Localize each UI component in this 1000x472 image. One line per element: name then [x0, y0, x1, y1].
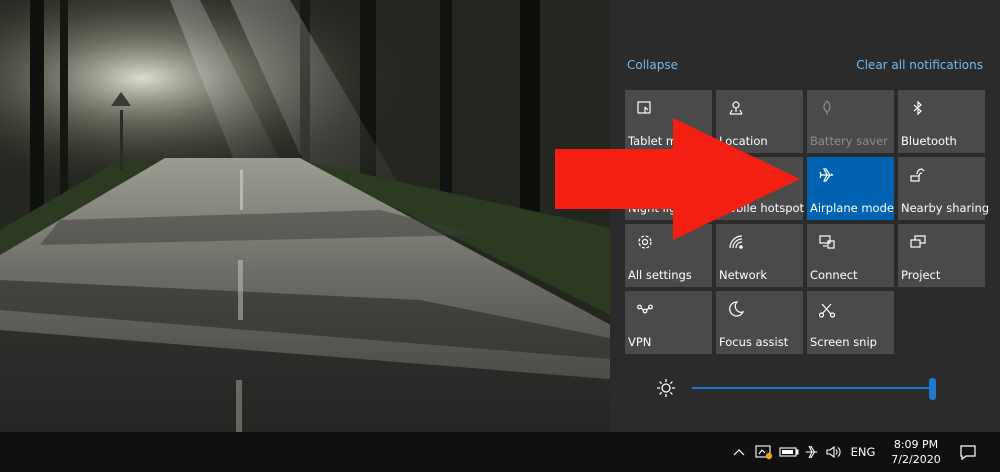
clock-time: 8:09 PM: [893, 438, 939, 451]
airplane-tray-button[interactable]: [801, 432, 823, 472]
vpn-icon: [636, 300, 654, 318]
tile-label: Network: [719, 268, 768, 282]
bluetooth-icon: [909, 99, 927, 117]
taskbar: ENG 8:09 PM 7/2/2020: [0, 432, 1000, 472]
tile-bluetooth[interactable]: Bluetooth: [898, 90, 985, 153]
tile-connect[interactable]: Connect: [807, 224, 894, 287]
screen-snip-icon: [818, 300, 836, 318]
airplane-icon: [818, 166, 836, 184]
red-arrow-annotation: [555, 118, 800, 240]
tile-label: Bluetooth: [901, 134, 957, 148]
tile-battery-saver[interactable]: Battery saver: [807, 90, 894, 153]
focus-assist-icon: [727, 300, 745, 318]
taskbar-clock[interactable]: 8:09 PM 7/2/2020: [880, 432, 952, 472]
brightness-icon: [655, 377, 677, 399]
tile-label: Focus assist: [719, 335, 789, 349]
clear-all-notifications-link[interactable]: Clear all notifications: [856, 58, 983, 72]
input-language-indicator[interactable]: ENG: [845, 432, 881, 472]
tile-nearby-sharing[interactable]: Nearby sharing: [898, 157, 989, 220]
tile-label: Nearby sharing: [901, 201, 990, 215]
tile-label: Screen snip: [810, 335, 877, 349]
battery-saver-icon: [818, 99, 836, 117]
tile-label: All settings: [628, 268, 692, 282]
battery-button[interactable]: [777, 432, 801, 472]
tile-focus-assist[interactable]: Focus assist: [716, 291, 803, 354]
tile-label: Project: [901, 268, 941, 282]
project-icon: [909, 233, 927, 251]
tile-label: VPN: [628, 335, 652, 349]
clock-date: 7/2/2020: [891, 453, 941, 466]
location-icon: [727, 99, 745, 117]
notification-icon: [959, 443, 977, 461]
connect-icon: [818, 233, 836, 251]
tile-label: Battery saver: [810, 134, 888, 148]
action-center-button[interactable]: [950, 432, 986, 472]
collapse-link[interactable]: Collapse: [627, 58, 678, 72]
tile-project[interactable]: Project: [898, 224, 985, 287]
brightness-slider-track[interactable]: [692, 387, 932, 389]
volume-icon: [826, 445, 842, 459]
tile-label: Connect: [810, 268, 858, 282]
tile-airplane-mode[interactable]: Airplane mode: [807, 157, 894, 220]
tile-vpn[interactable]: VPN: [625, 291, 712, 354]
battery-icon: [779, 446, 799, 458]
tile-screen-snip[interactable]: Screen snip: [807, 291, 894, 354]
show-hidden-icons-button[interactable]: [728, 432, 750, 472]
volume-button[interactable]: [823, 432, 845, 472]
tray-app-button[interactable]: [752, 432, 776, 472]
airplane-icon: [804, 444, 820, 460]
brightness-slider-thumb[interactable]: [929, 378, 936, 400]
nearby-sharing-icon: [909, 166, 927, 184]
app-notification-icon: [755, 444, 773, 460]
chevron-up-icon: [733, 448, 745, 456]
tile-label: Airplane mode: [810, 201, 894, 215]
tablet-mode-icon: [636, 99, 654, 117]
